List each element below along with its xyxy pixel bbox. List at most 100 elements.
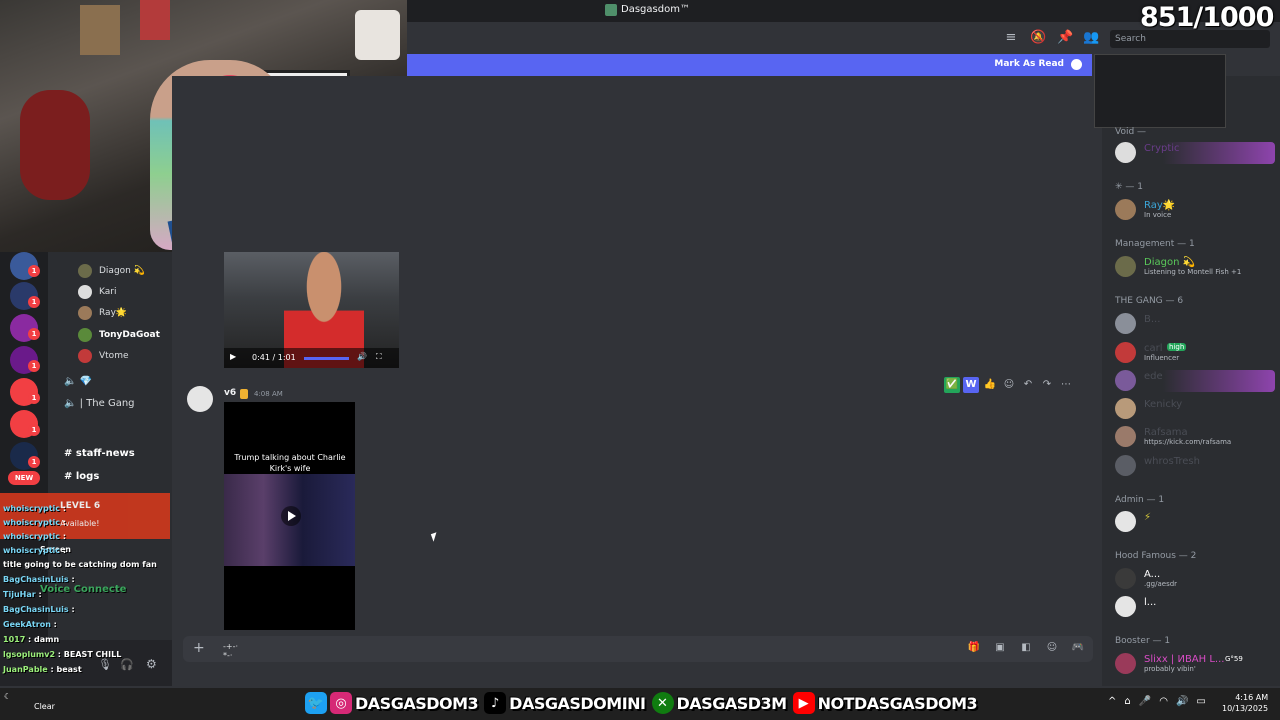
member-item[interactable]: ⚡ xyxy=(1115,511,1275,533)
tiktok-icon: ♪ xyxy=(484,692,507,714)
clock-time: 4:16 AM xyxy=(1235,693,1269,702)
more-icon[interactable]: ⋯ xyxy=(1058,377,1074,393)
member-item[interactable]: Cryptic xyxy=(1115,142,1275,164)
voice-channel-gang[interactable]: 🔈 | The Gang xyxy=(64,398,135,409)
unread-badge: 1 xyxy=(28,456,40,468)
member-status: https://kick.com/rafsama xyxy=(1144,438,1232,446)
member-group-label: Hood Famous — 2 xyxy=(1115,551,1197,561)
system-tray: ^ ⌂ 🎤 ◠ 🔊 ▭ xyxy=(1108,696,1206,707)
weather-widget[interactable]: ☾ Clear xyxy=(4,692,55,712)
gift-icon[interactable]: 🎁 xyxy=(967,641,981,655)
video-attachment[interactable]: ▶ 0:41 / 1:01 🔊 ⛶ xyxy=(224,252,399,368)
message-composer[interactable]: + -+-· *-· 🎁 ▣ ◧ ☺ 🎮 xyxy=(183,636,1093,662)
chat-msg: damn xyxy=(34,635,60,644)
avatar xyxy=(1115,313,1136,334)
forward-icon[interactable]: ↷ xyxy=(1039,377,1055,393)
member-name: carl xyxy=(1144,343,1163,354)
voice-user[interactable]: Ray🌟 xyxy=(78,304,127,322)
volume-icon[interactable]: 🔊 xyxy=(357,352,367,361)
member-group-label: THE GANG — 6 xyxy=(1115,296,1184,306)
voice-user[interactable]: Diagon 💫 xyxy=(78,262,145,280)
battery-icon[interactable]: ▭ xyxy=(1196,696,1205,707)
chat-user: JuanPable xyxy=(3,665,48,674)
member-item[interactable]: B... xyxy=(1115,313,1275,335)
avatar xyxy=(1115,142,1136,163)
member-item[interactable]: A... .gg/aesdr xyxy=(1115,568,1275,590)
member-item[interactable]: whrosTresh xyxy=(1115,455,1275,477)
play-icon[interactable] xyxy=(281,506,301,526)
mute-icon[interactable]: 🔕 xyxy=(1030,30,1046,46)
mark-as-read-button[interactable]: Mark As Read xyxy=(994,59,1064,69)
chat-line: GeekAtron : xyxy=(3,620,57,629)
voice-user[interactable]: Kari xyxy=(78,283,116,301)
chat-user: lgsoplumv2 xyxy=(3,650,56,659)
volume-icon[interactable]: 🔊 xyxy=(1176,696,1188,707)
member-name: Diagon 💫 xyxy=(1144,257,1196,268)
add-attachment-icon[interactable]: + xyxy=(193,640,205,656)
video-attachment[interactable]: Trump talking about Charlie Kirk's wife xyxy=(224,402,355,630)
emoji-icon[interactable]: ☺ xyxy=(1001,377,1017,393)
message-author[interactable]: v6 xyxy=(224,388,236,398)
avatar xyxy=(1115,256,1136,277)
activity-icon[interactable]: 🎮 xyxy=(1071,641,1085,655)
video-caption: Trump talking about Charlie Kirk's wife xyxy=(234,453,346,473)
chat-line: lgsoplumv2 : BEAST CHILL xyxy=(3,650,122,659)
voice-channel[interactable]: 🔈 💎 xyxy=(64,376,92,387)
gif-icon[interactable]: ▣ xyxy=(993,641,1007,655)
speaker-icon: 🔈 xyxy=(64,398,77,409)
threads-icon[interactable]: ≡ xyxy=(1003,30,1019,46)
play-icon[interactable]: ▶ xyxy=(230,352,236,361)
member-item[interactable]: carl high Influencer xyxy=(1115,342,1275,364)
wifi-icon[interactable]: ◠ xyxy=(1159,696,1168,707)
avatar xyxy=(1115,342,1136,363)
member-name: A... xyxy=(1144,569,1161,580)
member-item[interactable]: Diagon 💫 Listening to Montell Fish +1 xyxy=(1115,256,1275,278)
network-icon[interactable]: ⌂ xyxy=(1124,696,1130,707)
member-item[interactable]: l... xyxy=(1115,596,1275,618)
social-youtube: ▶ NOTDASGASDOM3 xyxy=(792,692,978,714)
app-icon xyxy=(605,4,617,16)
emoji-icon[interactable]: ☺ xyxy=(1045,641,1059,655)
member-item[interactable]: ede xyxy=(1115,370,1275,392)
member-name: B... xyxy=(1144,314,1161,325)
chevron-up-icon[interactable]: ^ xyxy=(1108,696,1116,707)
reaction-thumbs[interactable]: 👍 xyxy=(982,377,998,393)
reaction-check[interactable]: ✅ xyxy=(944,377,960,393)
unread-badge: 1 xyxy=(28,424,40,436)
member-name: l... xyxy=(1144,597,1157,608)
unread-badge: 1 xyxy=(28,296,40,308)
member-item[interactable]: Slixx | ИВАН L... G°59 probably vibin' xyxy=(1115,653,1275,675)
voice-user[interactable]: Vtome xyxy=(78,347,129,365)
voice-user[interactable]: TonyDaGoat xyxy=(78,326,160,344)
fullscreen-icon[interactable]: ⛶ xyxy=(376,352,382,362)
member-item[interactable]: Rafsama https://kick.com/rafsama xyxy=(1115,426,1275,448)
reply-icon[interactable]: ↶ xyxy=(1020,377,1036,393)
avatar xyxy=(1115,568,1136,589)
chat-line: whoiscryptic : xyxy=(3,532,67,541)
avatar xyxy=(78,285,92,299)
social-handle: NOTDASGASDOM3 xyxy=(817,693,978,713)
member-item[interactable]: Ray🌟 In voice xyxy=(1115,199,1275,221)
social-twitter: 🐦 ◎ DASGASDOM3 xyxy=(305,692,479,714)
composer-text[interactable]: -+-· *-· xyxy=(223,642,238,660)
mic-icon[interactable]: 🎤 xyxy=(1139,696,1151,707)
new-badge: NEW xyxy=(8,471,40,485)
member-name: Cryptic xyxy=(1144,143,1180,154)
new-messages-banner[interactable]: Mark As Read xyxy=(407,54,1092,76)
reaction-w[interactable]: W xyxy=(963,377,979,393)
members-icon[interactable]: 👥 xyxy=(1083,30,1099,46)
clock[interactable]: 4:16 AM 10/13/2025 xyxy=(1222,692,1268,714)
channel-logs[interactable]: # logs xyxy=(64,471,99,482)
sticker-icon[interactable]: ◧ xyxy=(1019,641,1033,655)
social-handle: DASGASD3M xyxy=(676,693,788,713)
chat-user: whoiscryptic xyxy=(3,532,61,541)
member-item[interactable]: Kenicky xyxy=(1115,398,1275,420)
search-input[interactable]: Search xyxy=(1110,30,1270,48)
channel-staff-news[interactable]: # staff-news xyxy=(64,448,135,459)
pin-icon[interactable]: 📌 xyxy=(1057,30,1073,46)
avatar xyxy=(1115,511,1136,532)
chat-line: BagChasinLuis : xyxy=(3,605,75,614)
clock-date: 10/13/2025 xyxy=(1222,704,1269,713)
progress-bar[interactable] xyxy=(304,357,349,360)
message-avatar[interactable] xyxy=(187,386,213,412)
